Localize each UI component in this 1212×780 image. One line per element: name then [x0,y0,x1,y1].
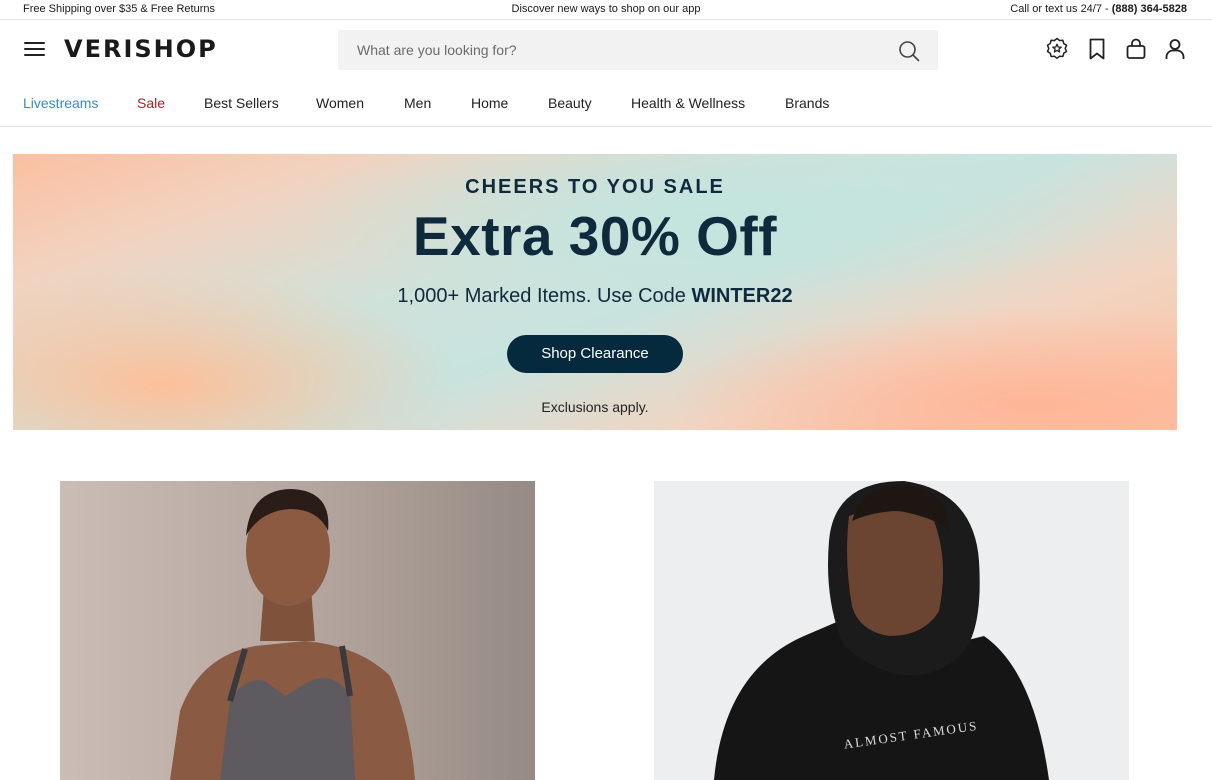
nav-health-wellness[interactable]: Health & Wellness [631,95,745,111]
contact-prefix: Call or text us 24/7 - [1010,3,1112,15]
men-model-image: ALMOST FAMOUS [654,481,1129,780]
nav-men[interactable]: Men [404,95,431,111]
top-promo-bar: Free Shipping over $35 & Free Returns Di… [0,0,1212,20]
contact-info: Call or text us 24/7 - (888) 364-5828 [1010,3,1187,15]
phone-number[interactable]: (888) 364-5828 [1112,3,1187,15]
site-header: VERISHOP [0,21,1212,79]
main-nav: Livestreams Sale Best Sellers Women Men … [0,80,1212,127]
hero-subtext: 1,000+ Marked Items. Use Code WINTER22 [13,285,1177,308]
bookmark-icon[interactable] [1085,37,1109,61]
rewards-badge-icon[interactable] [1045,37,1069,61]
shop-clearance-button[interactable]: Shop Clearance [507,335,683,373]
account-icon[interactable] [1163,37,1187,61]
hero-headline: Extra 30% Off [412,205,778,267]
men-category-tile[interactable]: ALMOST FAMOUS [654,481,1129,780]
promo-code: WINTER22 [691,285,793,307]
search-bar [338,30,938,70]
nav-beauty[interactable]: Beauty [548,95,592,111]
site-logo[interactable]: VERISHOP [64,35,218,63]
nav-brands[interactable]: Brands [785,95,829,111]
exclusions-note: Exclusions apply. [541,399,649,415]
nav-livestreams[interactable]: Livestreams [23,95,98,111]
hero-banner[interactable]: CHEERS TO YOU SALE Extra 30% Off 1,000+ … [13,154,1177,430]
search-icon[interactable] [898,40,920,62]
hero-eyebrow: CHEERS TO YOU SALE [465,176,725,198]
women-category-tile[interactable] [60,481,535,780]
nav-sale[interactable]: Sale [137,95,165,111]
shopping-bag-icon[interactable] [1124,37,1148,61]
search-input[interactable] [338,30,888,70]
nav-best-sellers[interactable]: Best Sellers [204,95,279,111]
menu-icon[interactable] [24,41,46,57]
women-model-image [60,481,535,780]
nav-women[interactable]: Women [316,95,364,111]
nav-home[interactable]: Home [471,95,508,111]
hero-subtext-main: 1,000+ Marked Items. Use Code [397,285,692,307]
